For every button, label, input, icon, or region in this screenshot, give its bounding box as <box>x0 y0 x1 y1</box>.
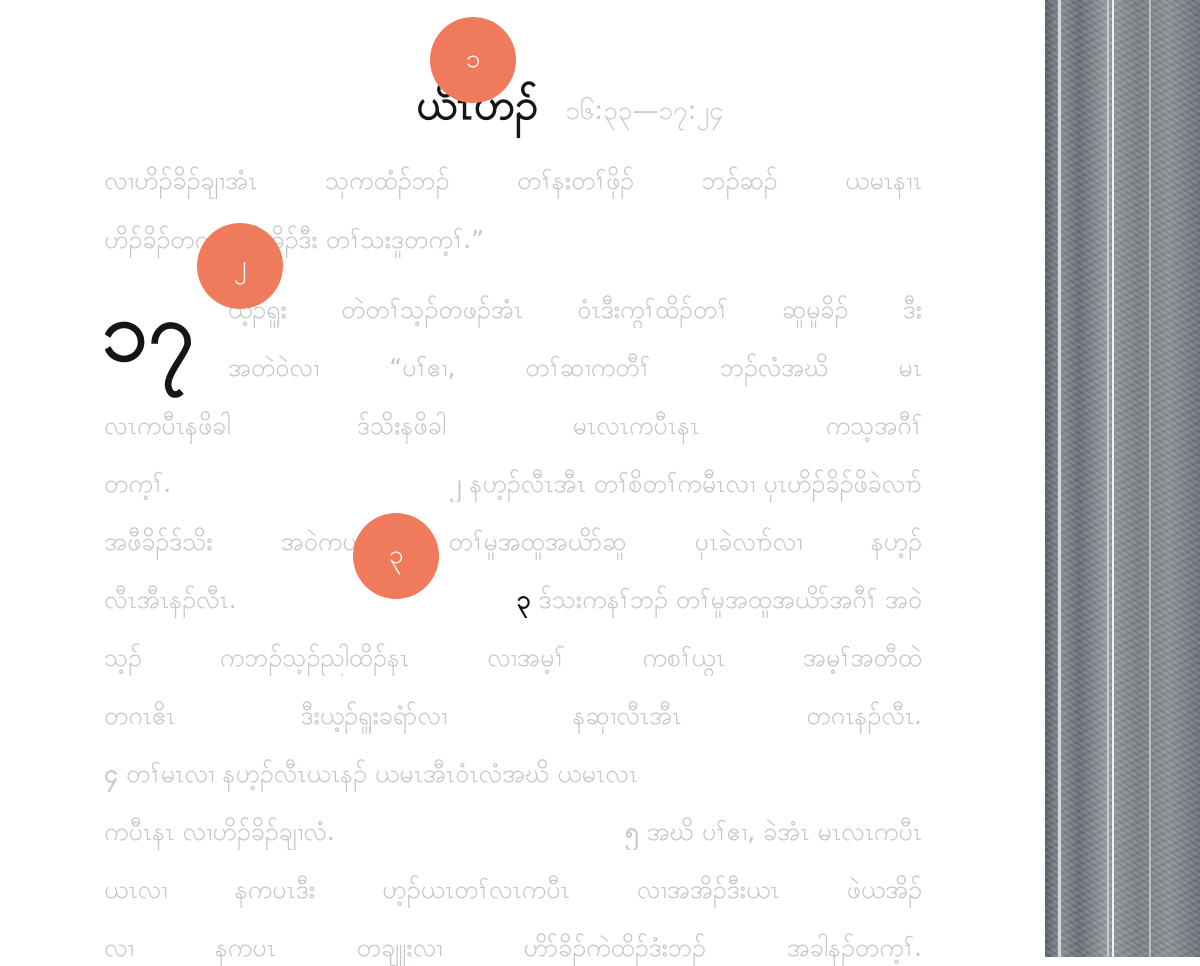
verse-number: ၂ <box>449 469 462 498</box>
spine-highlight <box>1149 0 1151 957</box>
text-line: ၄ တၢ်မၤလၢ နဟ့ၣ်လီၤယၤနၣ် ယမၤအီၤဝံၤလံအဃိ ယ… <box>104 756 922 792</box>
chapter-verse-reference: ၁၆:၃၃—၁၇:၂၄ <box>565 96 724 126</box>
line-segment: ကပီၤနၤ လၢဟိၣ်ခိၣ်ချၢလံ. <box>104 817 335 846</box>
verse-number: ၃ <box>516 585 531 614</box>
text-line: အဖီခိၣ်ဒ်သိး အဝဲကဟ့ၣ် တၢ်မူအထူအယိာ်ဆူ ပှ… <box>104 527 922 556</box>
text-line: လၢ နကပၤ တချူးလၢ ဟိာ်ခိၣ်ကဲထိၣ်ဒံးဘၣ် အခါ… <box>104 933 922 962</box>
text-line: ယ့ၣ်ရှူး တဲတၢ်သ့ၣ်တဖၣ်အံၤ ဝံၤဒီးကွၢ်ထိၣ်… <box>228 295 922 324</box>
line-segment: အဃိ ပၢ်ဧၢ, ခဲအံၤ မၤလၤကပီၤ <box>646 817 922 846</box>
line-segment: လီၤအီၤနၣ်လီၤ. <box>104 585 237 614</box>
text-line: လၢဟိၣ်ခိၣ်ချၢအံၤ သုကထံၣ်ဘၣ် တၢ်နးတၢ်ဖှိၣ… <box>104 166 922 195</box>
line-segment: ၃ ဒ်သးကနၢ်ဘၣ် တၢ်မူအထူအယိာ်အဂီၢ် အဝဲ <box>517 582 922 618</box>
line-segment: ဒ်သးကနၢ်ဘၣ် တၢ်မူအထူအယိာ်အဂီၢ် အဝဲ <box>538 585 922 614</box>
verse-number: ၅ <box>624 817 639 846</box>
text-line: လီၤအီၤနၣ်လီၤ. ၃ ဒ်သးကနၢ်ဘၣ် တၢ်မူအထူအယိာ… <box>104 582 922 618</box>
line-segment: ၂ နဟ့ၣ်လီၤအီၤ တၢ်စိတၢ်ကမီၤလၢ ပှၤဟိၣ်ခိၣ်… <box>449 466 922 502</box>
spine-highlight <box>1058 0 1061 957</box>
text-line: ကပီၤနၤ လၢဟိၣ်ခိၣ်ချၢလံ. ၅ အဃိ ပၢ်ဧၢ, ခဲအ… <box>104 814 922 850</box>
line-segment: နဟ့ၣ်လီၤအီၤ တၢ်စိတၢ်ကမီၤလၢ ပှၤဟိၣ်ခိၣ်ဖိ… <box>469 469 922 498</box>
line-segment: ၅ အဃိ ပၢ်ဧၢ, ခဲအံၤ မၤလၤကပီၤ <box>625 814 922 850</box>
annotation-badge-3[interactable]: ၃ <box>353 513 439 599</box>
verse-number: ၄ <box>104 759 119 788</box>
bible-page: ယိၤဟၣ် ၁၆:၃၃—၁၇:၂၄ လၢဟိၣ်ခိၣ်ချၢအံၤ သုကထ… <box>0 0 1045 962</box>
line-segment: တက့ၢ်. <box>104 469 172 498</box>
text-line: ယၤလၢ နကပၤဒီး ဟ့ၣ်ယၤတၢ်လၤကပီၤ လၢအအိၣ်ဒီးယ… <box>104 875 922 904</box>
annotation-badge-2[interactable]: ၂ <box>197 223 283 309</box>
text-line: တက့ၢ်. ၂ နဟ့ၣ်လီၤအီၤ တၢ်စိတၢ်ကမီၤလၢ ပှၤဟ… <box>104 466 922 502</box>
spine-highlight <box>1107 0 1109 957</box>
page-header: ယိၤဟၣ် ၁၆:၃၃—၁၇:၂၄ <box>0 78 1045 140</box>
book-cover-spine <box>1045 0 1200 957</box>
spine-highlight <box>1112 0 1114 957</box>
text-line: အတဲဝဲလၢ “ပၢ်ဧၢ, တၢ်ဆၢကတီၢ် ဘၣ်လံအဃိ မၤ <box>228 353 922 382</box>
text-line: လၤကပီၤနဖိခါ ဒ်သိးနဖိခါ မၤလၤကပီၤနၤ ကသ့အဂီ… <box>104 411 922 440</box>
annotation-badge-1[interactable]: ၁ <box>430 17 516 103</box>
line-segment: တၢ်မၤလၢ နဟ့ၣ်လီၤယၤနၣ် ယမၤအီၤဝံၤလံအဃိ ယမၤ… <box>126 759 639 788</box>
text-line: တဂၤဧိၤ ဒီးယ့ၣ်ရှူးခရံာ်လၢ နဆှၢလီၤအီၤ တဂၤ… <box>104 701 922 730</box>
text-line: သ့ၣ် ကဘၣ်သ့ၣ်ညါထိၣ်နၤ လၢအမ့ၢ် ကစၢ်ယွၤ အမ… <box>104 643 922 672</box>
chapter-number: ၁၇ <box>102 285 195 380</box>
